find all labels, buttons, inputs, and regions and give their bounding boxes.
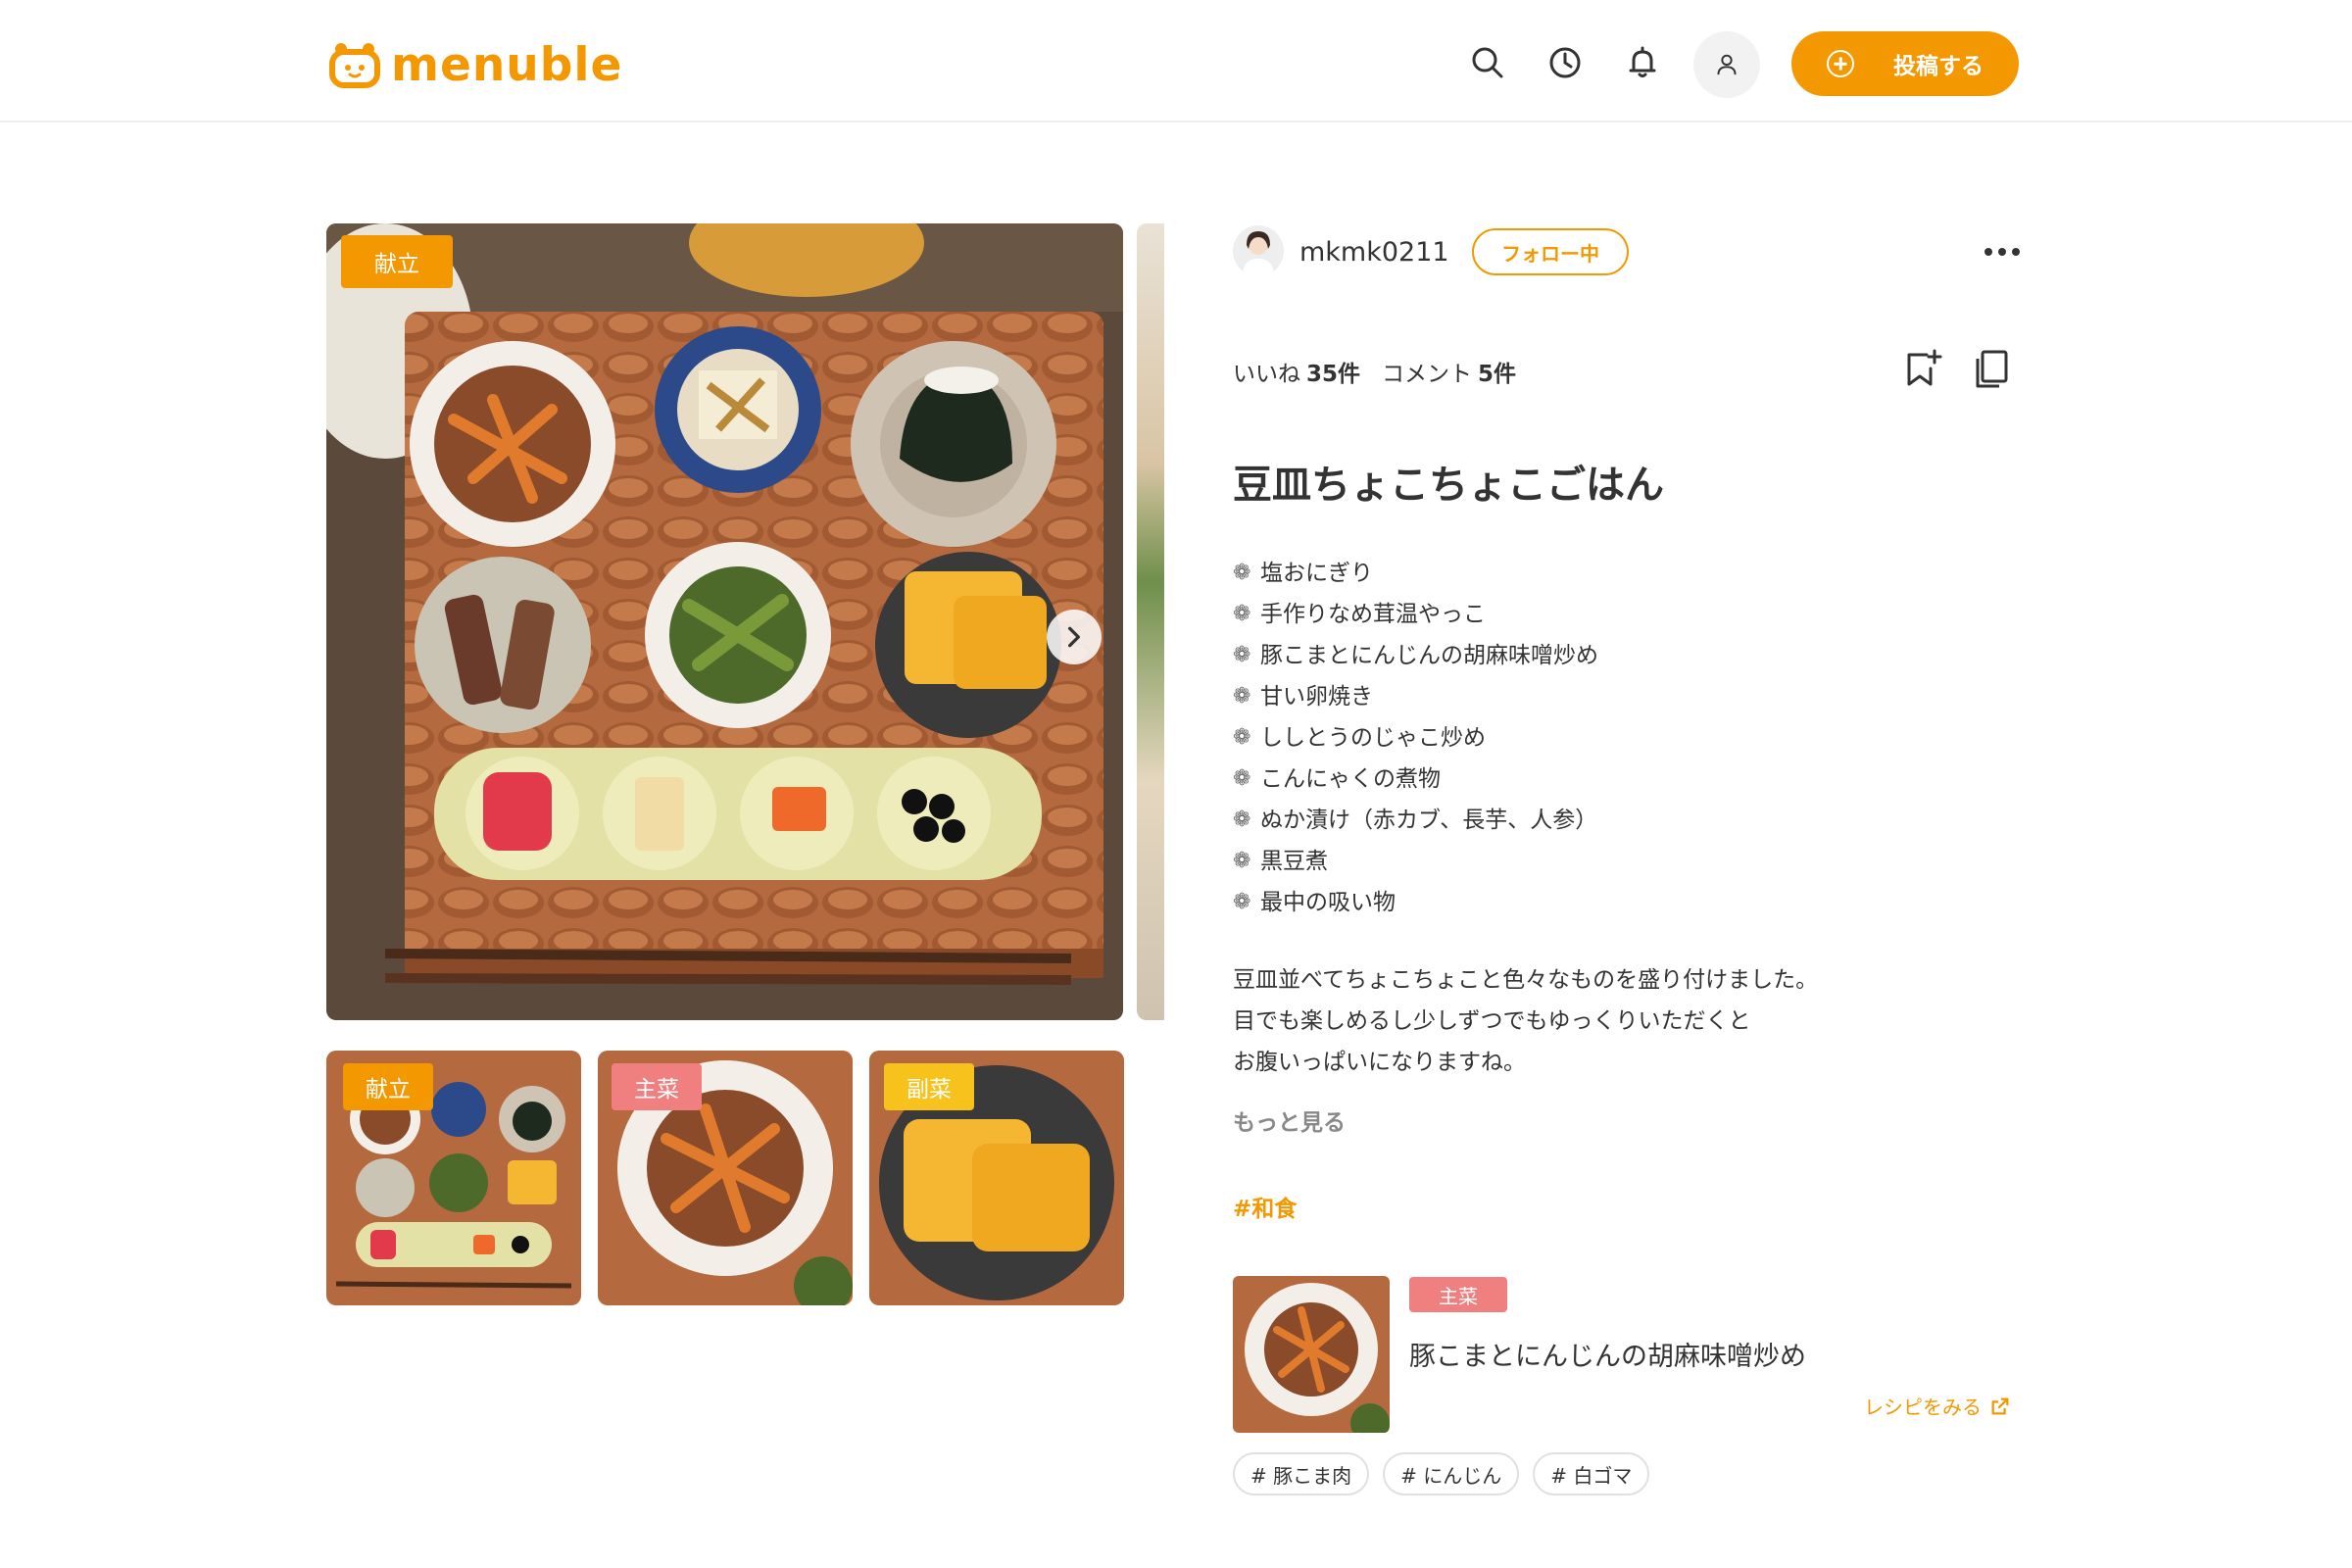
- comments-count: 5件: [1478, 362, 1517, 387]
- logo-text: menuble: [391, 37, 623, 92]
- flower-icon: ❁: [1233, 684, 1251, 709]
- hashtag-link[interactable]: #和食: [1233, 1190, 1297, 1223]
- description-line: お腹いっぱいになりますね。: [1233, 1050, 1526, 1075]
- follow-button[interactable]: フォロー中: [1472, 228, 1629, 275]
- flower-icon: ❁: [1233, 766, 1251, 791]
- logo[interactable]: menuble: [326, 37, 622, 92]
- flower-icon: ❁: [1233, 602, 1251, 626]
- description-line: 豆皿並べてちょこちょこと色々なものを盛り付けました。: [1233, 967, 1819, 993]
- list-item: ❁ 塩おにぎり: [1233, 553, 1598, 594]
- menu-item-text: 最中の吸い物: [1260, 890, 1396, 915]
- flower-icon: ❁: [1233, 890, 1251, 914]
- list-item: ❁ 甘い卵焼き: [1233, 676, 1598, 717]
- recipe-tags: # 豚こま肉 # にんじん # 白ゴマ: [1233, 1452, 1650, 1495]
- next-photo-preview[interactable]: [1137, 223, 1164, 1020]
- flower-icon: ❁: [1233, 643, 1251, 667]
- post-button[interactable]: 投稿する: [1791, 31, 2019, 96]
- recipe-category-badge: 主菜: [1409, 1277, 1507, 1312]
- flower-icon: ❁: [1233, 808, 1251, 832]
- carousel-next-button[interactable]: [1047, 610, 1102, 664]
- recipe-image: [1233, 1276, 1390, 1433]
- user-icon: [1717, 54, 1737, 75]
- food-tray-image: [326, 223, 1123, 1020]
- view-recipe-link[interactable]: レシピをみる: [1864, 1392, 2011, 1420]
- external-link-icon: [1991, 1397, 2009, 1414]
- likes-count: 35件: [1306, 362, 1361, 387]
- comments-stat[interactable]: コメント 5件: [1382, 355, 1516, 388]
- copy-icon[interactable]: [1970, 347, 2013, 390]
- likes-label: いいね: [1233, 362, 1300, 387]
- avatar-image: [1233, 225, 1284, 276]
- list-item: ❁ 手作りなめ茸温やっこ: [1233, 594, 1598, 635]
- bell-icon[interactable]: [1615, 35, 1670, 90]
- tag-chip[interactable]: # 豚こま肉: [1233, 1452, 1370, 1495]
- menu-badge: 献立: [341, 235, 453, 288]
- list-item: ❁ 黒豆煮: [1233, 841, 1598, 882]
- menu-item-text: こんにゃくの煮物: [1260, 766, 1441, 792]
- chevron-right-icon: [1068, 626, 1080, 648]
- post-description: 豆皿並べてちょこちょこと色々なものを盛り付けました。 目でも楽しめるし少しずつで…: [1233, 962, 1818, 1086]
- more-options-icon[interactable]: [1978, 235, 2027, 269]
- menu-item-text: 塩おにぎり: [1260, 561, 1373, 586]
- view-recipe-label: レシピをみる: [1864, 1396, 1982, 1419]
- history-icon[interactable]: [1538, 35, 1592, 90]
- list-item: ❁ 豚こまとにんじんの胡麻味噌炒め: [1233, 635, 1598, 676]
- recipe-name[interactable]: 豚こまとにんじんの胡麻味噌炒め: [1409, 1335, 1806, 1373]
- plus-circle-icon: [1827, 50, 1854, 77]
- bookmark-add-icon[interactable]: [1901, 347, 1944, 390]
- menu-item-text: ししとうのじゃこ炒め: [1260, 725, 1486, 751]
- list-item: ❁ ししとうのじゃこ炒め: [1233, 717, 1598, 759]
- user-menu-button[interactable]: [1693, 31, 1760, 98]
- author-name[interactable]: mkmk0211: [1299, 237, 1449, 268]
- thumbnail-badge-side: 副菜: [884, 1063, 974, 1110]
- search-icon[interactable]: [1460, 35, 1515, 90]
- list-item: ❁ こんにゃくの煮物: [1233, 759, 1598, 800]
- recipe-thumbnail[interactable]: [1233, 1276, 1390, 1433]
- comments-label: コメント: [1382, 362, 1473, 387]
- list-item: ❁ ぬか漬け（赤カブ、長芋、人参）: [1233, 800, 1598, 841]
- main-photo[interactable]: [326, 223, 1123, 1020]
- thumbnail-badge-menu: 献立: [343, 1063, 433, 1110]
- tag-chip[interactable]: # にんじん: [1383, 1452, 1520, 1495]
- show-more-link[interactable]: もっと見る: [1233, 1103, 1346, 1137]
- menu-item-text: ぬか漬け（赤カブ、長芋、人参）: [1260, 808, 1598, 833]
- avatar[interactable]: [1233, 225, 1284, 276]
- thumbnail-badge-main: 主菜: [612, 1063, 702, 1110]
- post-button-label: 投稿する: [1893, 54, 1984, 79]
- tag-chip[interactable]: # 白ゴマ: [1533, 1452, 1650, 1495]
- flower-icon: ❁: [1233, 561, 1251, 585]
- pot-icon: [329, 43, 380, 88]
- menu-item-text: 黒豆煮: [1260, 849, 1328, 874]
- menu-list: ❁ 塩おにぎり ❁ 手作りなめ茸温やっこ ❁ 豚こまとにんじんの胡麻味噌炒め ❁ 甘い卵…: [1233, 553, 1598, 923]
- list-item: ❁ 最中の吸い物: [1233, 882, 1598, 923]
- post-stats: いいね 35件 コメント 5件: [1233, 355, 1516, 388]
- post-title: 豆皿ちょこちょこごはん: [1233, 463, 1664, 508]
- menu-item-text: 甘い卵焼き: [1260, 684, 1373, 710]
- flower-icon: ❁: [1233, 725, 1251, 750]
- site-header: menuble 投稿する: [0, 0, 2352, 122]
- menu-item-text: 手作りなめ茸温やっこ: [1260, 602, 1486, 627]
- flower-icon: ❁: [1233, 849, 1251, 873]
- likes-stat[interactable]: いいね 35件: [1233, 355, 1360, 388]
- menu-item-text: 豚こまとにんじんの胡麻味噌炒め: [1260, 643, 1598, 668]
- description-line: 目でも楽しめるし少しずつでもゆっくりいただくと: [1233, 1008, 1751, 1034]
